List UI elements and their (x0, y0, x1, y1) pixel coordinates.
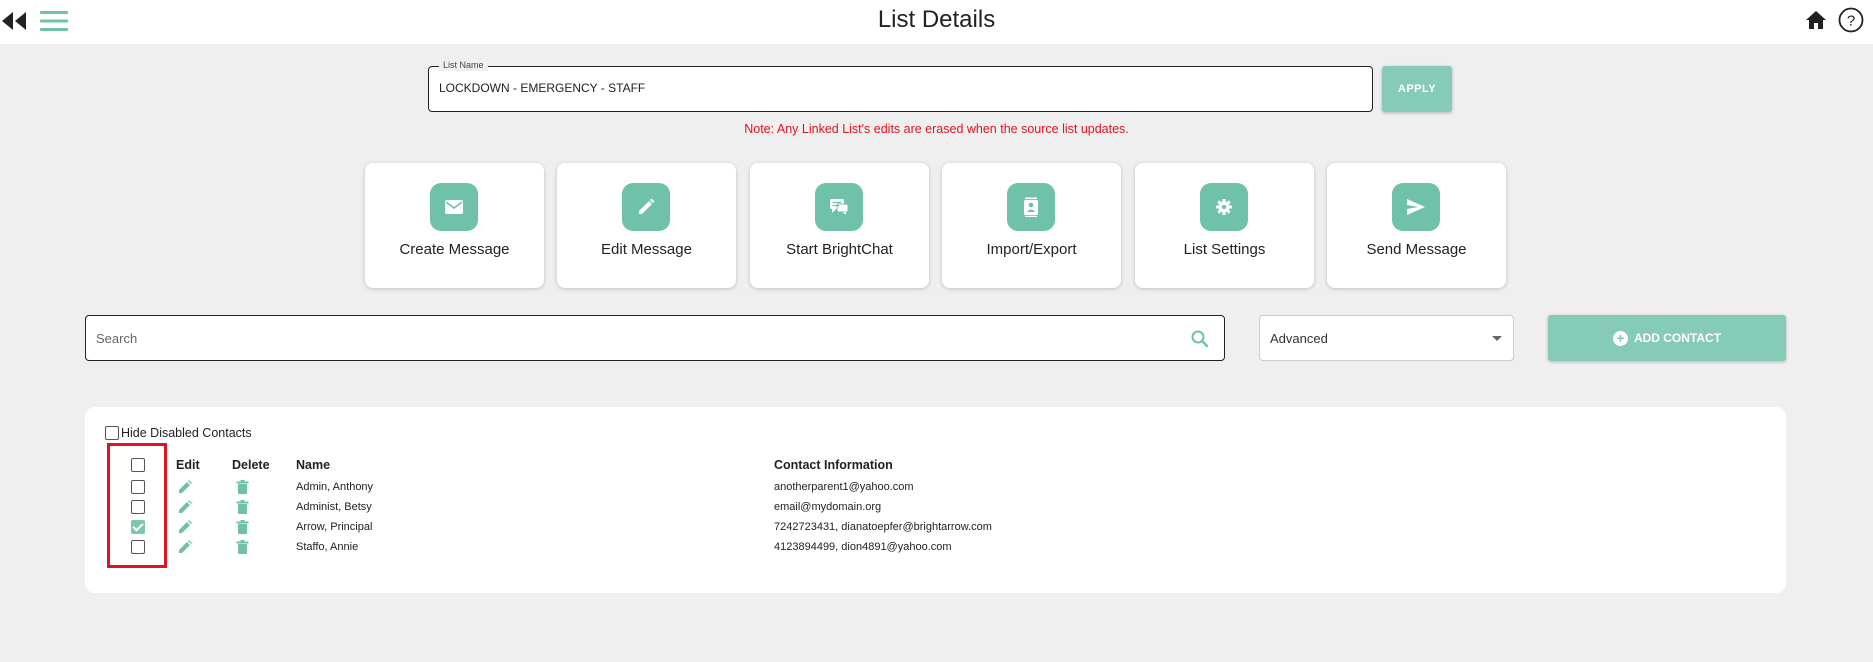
column-header-contact-information[interactable]: Contact Information (774, 458, 893, 472)
list-settings-card[interactable]: List Settings (1135, 163, 1314, 288)
search-icon[interactable] (1189, 328, 1211, 350)
edit-message-card[interactable]: Edit Message (557, 163, 736, 288)
trash-icon[interactable] (236, 520, 249, 534)
svg-text:?: ? (1847, 13, 1855, 30)
start-brightchat-card[interactable]: Start BrightChat (750, 163, 929, 288)
envelope-icon (430, 183, 478, 231)
hide-disabled-label: Hide Disabled Contacts (121, 426, 252, 440)
home-icon[interactable] (1805, 10, 1827, 30)
edit-pencil-icon[interactable] (178, 540, 192, 554)
chat-bubbles-icon (815, 183, 863, 231)
list-settings-label: List Settings (1183, 241, 1266, 258)
contact-info: email@mydomain.org (774, 501, 882, 513)
contact-info: 7242723431, dianatoepfer@brightarrow.com (774, 521, 992, 533)
caret-down-icon (1492, 336, 1502, 341)
import-export-card[interactable]: Import/Export (942, 163, 1121, 288)
send-icon (1392, 183, 1440, 231)
search-input[interactable] (96, 331, 1156, 346)
contacts-panel (85, 407, 1786, 593)
column-header-delete: Delete (232, 458, 270, 472)
linked-list-note: Note: Any Linked List's edits are erased… (744, 122, 1129, 136)
edit-pencil-icon[interactable] (178, 500, 192, 514)
send-message-label: Send Message (1366, 241, 1467, 258)
send-message-card[interactable]: Send Message (1327, 163, 1506, 288)
list-name-field[interactable]: List Name (428, 59, 1373, 112)
contact-name: Arrow, Principal (296, 521, 373, 533)
trash-icon[interactable] (236, 540, 249, 554)
list-name-label: List Name (439, 59, 488, 71)
contact-name: Admin, Anthony (296, 481, 374, 493)
pencil-icon (622, 183, 670, 231)
top-bar: List Details ? (0, 0, 1873, 44)
list-name-input[interactable] (439, 81, 1339, 95)
trash-icon[interactable] (236, 500, 249, 514)
edit-pencil-icon[interactable] (178, 520, 192, 534)
advanced-selected-value: Advanced (1270, 331, 1328, 346)
add-contact-button[interactable]: + ADD CONTACT (1548, 315, 1786, 361)
plus-circle-icon: + (1612, 330, 1628, 346)
contact-name: Staffo, Annie (296, 541, 359, 553)
contact-info: anotherparent1@yahoo.com (774, 481, 914, 493)
edit-pencil-icon[interactable] (178, 480, 192, 494)
apply-button[interactable]: APPLY (1382, 66, 1452, 112)
column-header-edit: Edit (176, 458, 200, 472)
create-message-label: Create Message (399, 241, 510, 258)
search-field[interactable] (85, 315, 1225, 361)
import-export-label: Import/Export (986, 241, 1077, 258)
column-header-name[interactable]: Name (296, 458, 330, 472)
contact-name: Administ, Betsy (296, 501, 372, 513)
contact-info: 4123894499, dion4891@yahoo.com (774, 541, 952, 553)
trash-icon[interactable] (236, 480, 249, 494)
help-icon[interactable]: ? (1838, 7, 1864, 33)
contact-card-icon (1007, 183, 1055, 231)
hide-disabled-checkbox[interactable] (105, 426, 119, 440)
add-contact-label: ADD CONTACT (1633, 331, 1722, 345)
hide-disabled-toggle[interactable]: Hide Disabled Contacts (105, 426, 252, 440)
gear-icon (1200, 183, 1248, 231)
create-message-card[interactable]: Create Message (365, 163, 544, 288)
page-title: List Details (877, 6, 996, 33)
edit-message-label: Edit Message (601, 241, 692, 258)
start-brightchat-label: Start BrightChat (786, 241, 893, 258)
checkbox-column-highlight (107, 443, 167, 568)
advanced-dropdown[interactable]: Advanced (1259, 315, 1514, 361)
